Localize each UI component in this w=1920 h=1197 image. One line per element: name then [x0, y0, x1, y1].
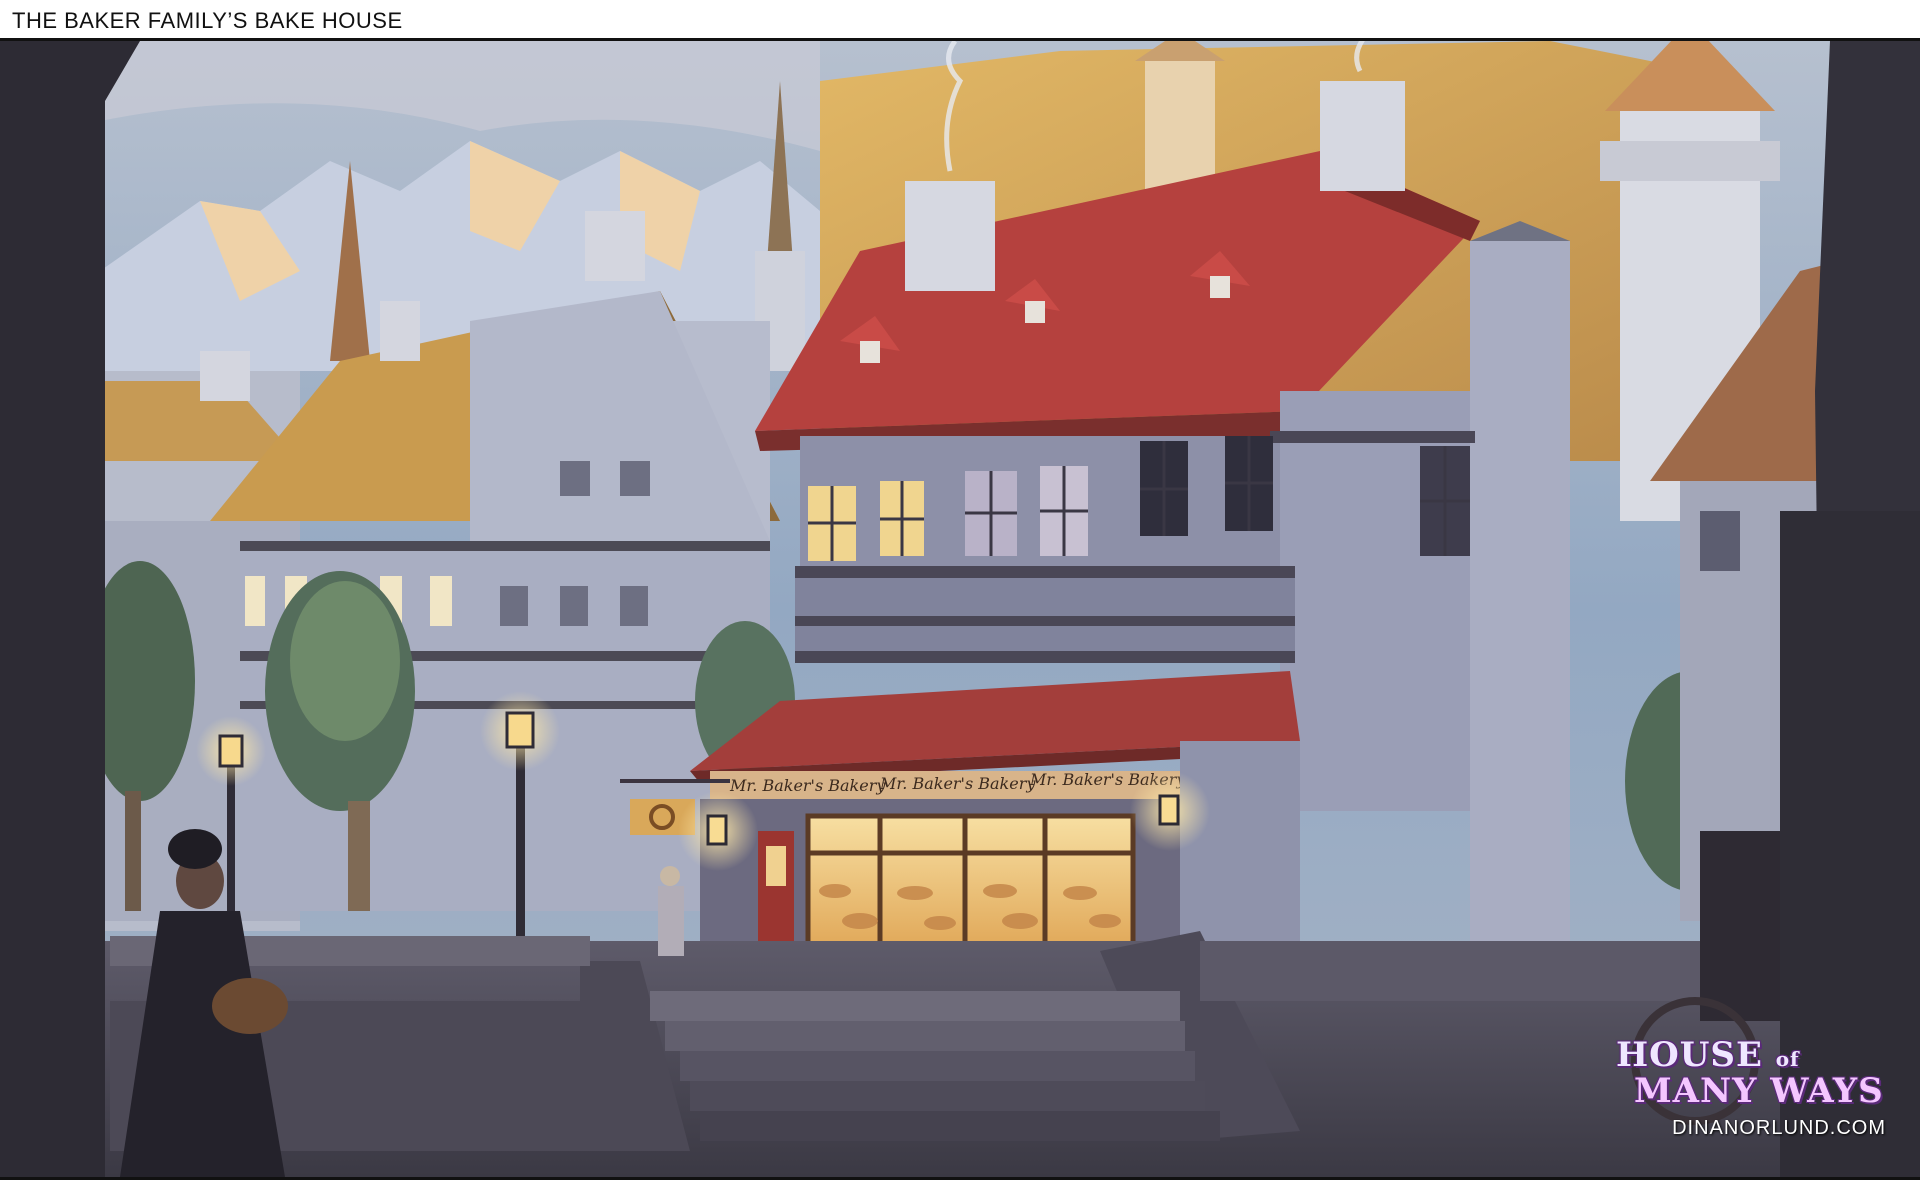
page-title: THE BAKER FAMILY’S BAKE HOUSE	[12, 8, 403, 33]
chimney	[585, 211, 645, 281]
bakery-street-illustration: Mr. Baker's Bakery Mr. Baker's Bakery Mr…	[0, 41, 1920, 1177]
wall-lamp-right	[1158, 794, 1180, 826]
house-of-many-ways-logo: HOUSE of MANY WAYS DINANORLUND.COM	[1616, 1035, 1886, 1145]
title-bar: THE BAKER FAMILY’S BAKE HOUSE	[0, 0, 1920, 41]
stone-stairs	[650, 991, 1220, 1141]
illustration-frame: Mr. Baker's Bakery Mr. Baker's Bakery Mr…	[0, 41, 1920, 1177]
website-link[interactable]: DINANORLUND.COM	[1672, 1117, 1886, 1140]
basket	[212, 978, 288, 1034]
shop-sign-text-1: Mr. Baker's Bakery	[729, 776, 886, 795]
shop-sign-text-2: Mr. Baker's Bakery	[879, 774, 1036, 793]
logo-many-ways: MANY WAYS	[1634, 1071, 1884, 1111]
wall-lamp-left	[706, 814, 728, 846]
bottom-bar	[0, 1177, 1920, 1197]
bottom-divider	[0, 1177, 1920, 1180]
bakery-chimney-left	[905, 181, 995, 291]
low-street-wall	[1200, 941, 1700, 1001]
logo-house: HOUSE	[1616, 1035, 1763, 1075]
logo-of: of	[1775, 1047, 1800, 1071]
stone-tower-wall	[1470, 241, 1570, 1041]
bakery-chimney-right	[1320, 81, 1405, 191]
